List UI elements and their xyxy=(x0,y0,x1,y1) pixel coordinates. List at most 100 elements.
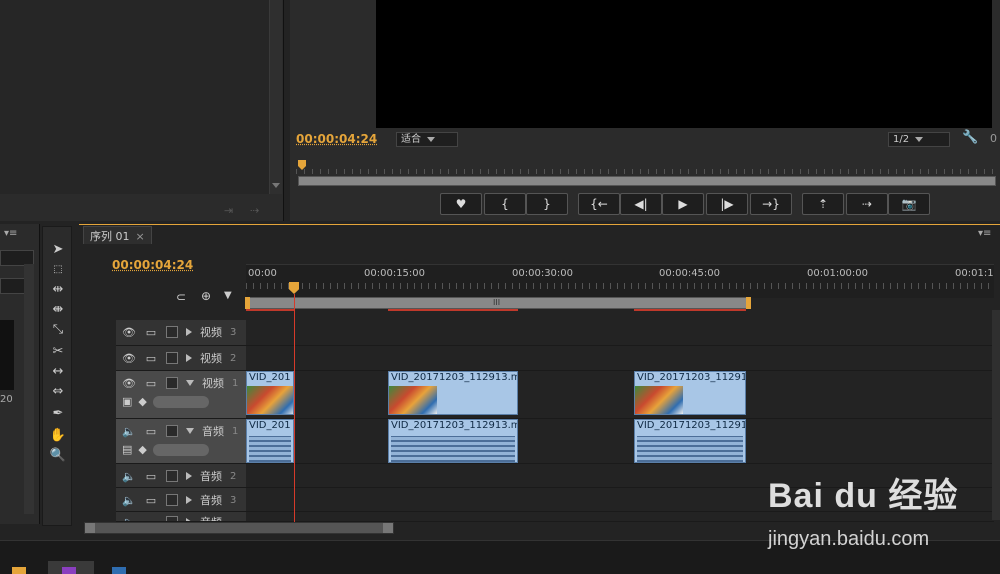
scroll-handle-right[interactable] xyxy=(383,523,393,533)
app-icon[interactable] xyxy=(112,567,126,574)
expand-icon[interactable] xyxy=(186,472,192,480)
linked-selection-icon[interactable]: ⊕ xyxy=(201,289,211,303)
timeline-ruler[interactable]: 00:00 00:00:15:00 00:00:30:00 00:00:45:0… xyxy=(246,264,994,298)
camera-icon[interactable]: ▭ xyxy=(144,377,158,390)
hand-tool-icon[interactable]: ✋ xyxy=(49,427,67,445)
camera-icon[interactable]: ▭ xyxy=(144,470,158,483)
lock-toggle[interactable] xyxy=(166,425,178,437)
camera-icon[interactable]: ▭ xyxy=(144,425,158,438)
wrench-icon[interactable]: 🔧 xyxy=(962,130,978,146)
camera-icon[interactable]: ▭ xyxy=(144,494,158,507)
razor-tool-icon[interactable]: ✂ xyxy=(49,343,67,361)
track-header-audio-2[interactable]: 🔈 ▭ 音频 2 xyxy=(116,464,246,488)
track-header-video-1[interactable]: 👁 ▭ 视频 1 ▣ ◆ xyxy=(116,371,246,419)
panel-scrollbar[interactable] xyxy=(24,264,34,514)
video-clip[interactable]: VID_201 xyxy=(246,371,294,415)
track-header-video-3[interactable]: 👁 ▭ 视频 3 xyxy=(116,320,246,346)
add-marker-icon[interactable]: ▼ xyxy=(224,290,232,301)
close-icon[interactable]: × xyxy=(136,230,145,243)
project-bin[interactable] xyxy=(0,0,270,194)
tab-sequence-01[interactable]: 序列 01 × xyxy=(83,226,152,244)
camera-icon[interactable]: ▭ xyxy=(144,326,158,339)
project-scrollbar[interactable] xyxy=(270,0,282,194)
expand-icon[interactable] xyxy=(186,496,192,504)
collapse-icon[interactable] xyxy=(186,428,194,434)
go-to-out-button[interactable]: →} xyxy=(750,193,792,215)
work-area-end-handle[interactable] xyxy=(746,297,751,309)
panel-menu-icon[interactable]: ▾≡ xyxy=(4,228,17,239)
selection-tool-icon[interactable]: ➤ xyxy=(49,241,67,259)
app-icon[interactable] xyxy=(12,567,26,574)
mark-in-button[interactable]: { xyxy=(484,193,526,215)
program-timecode[interactable]: 00:00:04:24 xyxy=(296,132,377,146)
speaker-icon[interactable]: 🔈 xyxy=(122,494,136,507)
mark-out-button[interactable]: } xyxy=(526,193,568,215)
play-button[interactable]: ▶ xyxy=(662,193,704,215)
pen-tool-icon[interactable]: ✒ xyxy=(49,405,67,423)
speaker-icon[interactable]: 🔈 xyxy=(122,470,136,483)
slip-tool-icon[interactable]: ↔ xyxy=(49,363,67,381)
expand-icon[interactable] xyxy=(186,328,192,336)
timeline-vertical-scrollbar[interactable] xyxy=(992,310,1000,520)
rate-stretch-tool-icon[interactable]: ⤡ xyxy=(49,321,67,339)
audio-clip[interactable]: VID_201 xyxy=(246,419,294,463)
collapse-icon[interactable] xyxy=(186,380,194,386)
step-back-button[interactable]: ◀| xyxy=(620,193,662,215)
work-area-bar[interactable]: III xyxy=(245,297,751,309)
track-select-tool-icon[interactable]: ⬚ xyxy=(49,261,67,279)
work-area-start-handle[interactable] xyxy=(245,297,250,309)
track-label: 音频 xyxy=(200,494,222,507)
timeline-horizontal-scrollbar[interactable] xyxy=(84,522,394,534)
lock-toggle[interactable] xyxy=(166,352,178,364)
lock-toggle[interactable] xyxy=(166,470,178,482)
go-to-in-button[interactable]: {← xyxy=(578,193,620,215)
add-marker-button[interactable]: ♥ xyxy=(440,193,482,215)
extract-button[interactable]: ⇢ xyxy=(846,193,888,215)
track-lane-video-3[interactable] xyxy=(246,320,994,346)
camera-icon[interactable]: ▭ xyxy=(144,352,158,365)
video-clip[interactable]: VID_20171203_112913.m xyxy=(388,371,518,415)
ripple-edit-tool-icon[interactable]: ⇹ xyxy=(49,281,67,299)
export-frame-button[interactable]: 📷 xyxy=(888,193,930,215)
eye-icon[interactable]: 👁 xyxy=(122,326,136,339)
premiere-icon[interactable] xyxy=(62,567,76,574)
timeline-menu-icon[interactable]: ▾≡ xyxy=(978,228,991,239)
new-item-icon[interactable]: ⇥ xyxy=(224,204,233,217)
track-header-video-2[interactable]: 👁 ▭ 视频 2 xyxy=(116,346,246,371)
rolling-edit-tool-icon[interactable]: ⇼ xyxy=(49,301,67,319)
track-header-audio-1[interactable]: 🔈 ▭ 音频 1 ▤ ◆ xyxy=(116,419,246,464)
track-lane-audio-1[interactable] xyxy=(246,419,994,464)
slide-tool-icon[interactable]: ⇔ xyxy=(49,383,67,401)
speaker-icon[interactable]: 🔈 xyxy=(122,425,136,438)
resolution-dropdown[interactable]: 1/2 xyxy=(888,132,950,147)
timeline-timecode[interactable]: 00:00:04:24 xyxy=(112,258,193,272)
scroll-handle-left[interactable] xyxy=(85,523,95,533)
lock-toggle[interactable] xyxy=(166,494,178,506)
track-header-audio-3[interactable]: 🔈 ▭ 音频 3 xyxy=(116,488,246,512)
monitor-time-ruler[interactable] xyxy=(296,160,994,174)
track-header-audio-4[interactable]: 🔈▭音频 xyxy=(116,512,246,522)
keyframe-icon[interactable]: ◆ xyxy=(138,395,146,408)
monitor-zoom-bar[interactable] xyxy=(298,176,996,186)
lock-toggle[interactable] xyxy=(166,377,178,389)
audio-clip[interactable]: VID_20171203_112913.m xyxy=(388,419,518,463)
expand-icon[interactable] xyxy=(186,354,192,362)
lock-toggle[interactable] xyxy=(166,326,178,338)
track-lane-video-1[interactable] xyxy=(246,371,994,419)
audio-clip[interactable]: VID_20171203_11291 xyxy=(634,419,746,463)
keyframe-navigator[interactable] xyxy=(152,443,209,456)
step-forward-button[interactable]: |▶ xyxy=(706,193,748,215)
keyframe-navigator[interactable] xyxy=(152,395,209,408)
keyframe-icon[interactable]: ◆ xyxy=(138,443,146,456)
display-style-icon[interactable]: ▣ xyxy=(122,395,132,408)
automate-icon[interactable]: ⇢ xyxy=(250,204,259,217)
eye-icon[interactable]: 👁 xyxy=(122,352,136,365)
video-clip[interactable]: VID_20171203_11291 xyxy=(634,371,746,415)
track-lane-video-2[interactable] xyxy=(246,346,994,371)
waveform-style-icon[interactable]: ▤ xyxy=(122,443,132,456)
fit-dropdown[interactable]: 适合 xyxy=(396,132,458,147)
eye-icon[interactable]: 👁 xyxy=(122,377,136,390)
snap-icon[interactable]: ⊂ xyxy=(176,290,186,304)
zoom-tool-icon[interactable]: 🔍 xyxy=(49,447,67,465)
lift-button[interactable]: ⇡ xyxy=(802,193,844,215)
